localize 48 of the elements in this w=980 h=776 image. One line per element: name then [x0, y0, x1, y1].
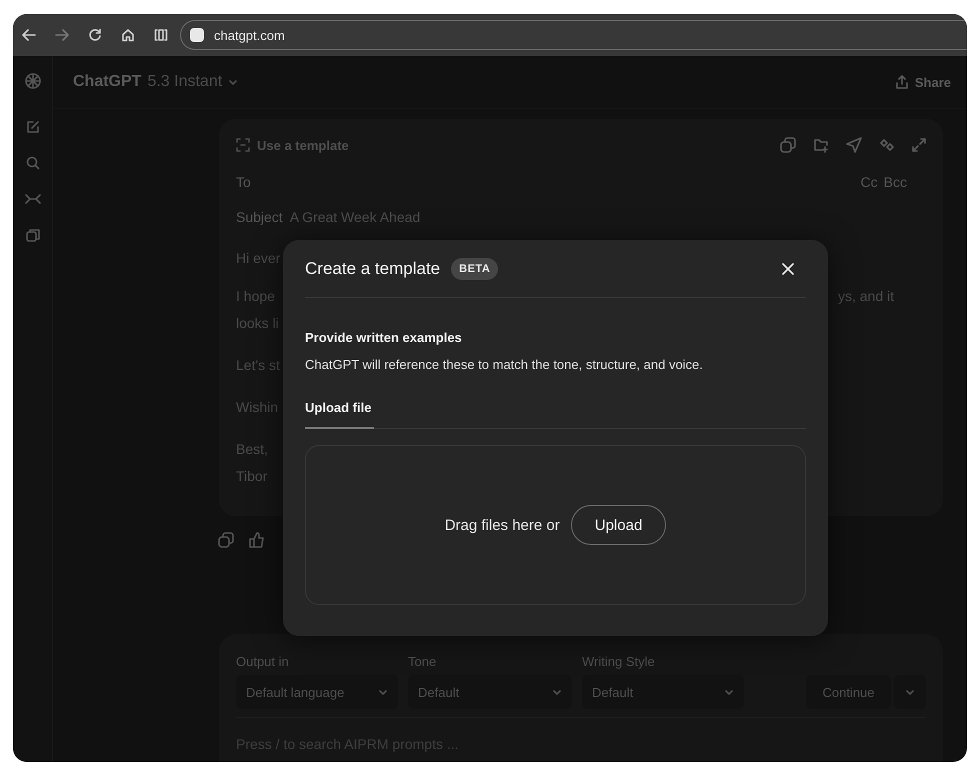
drop-zone[interactable]: Drag files here or Upload [305, 445, 806, 605]
home-icon[interactable] [121, 28, 135, 42]
expand-icon[interactable] [912, 138, 926, 152]
field-label: Output in [236, 654, 290, 669]
model-selector[interactable]: ChatGPT 5.3 Instant [73, 73, 238, 91]
upload-button[interactable]: Upload [570, 505, 666, 545]
dropdown[interactable]: Default [582, 675, 744, 709]
share-icon [894, 75, 909, 89]
logo-icon[interactable] [24, 72, 42, 90]
section-title: Provide written examples [305, 330, 463, 345]
dialog-title: Create a template [305, 258, 440, 278]
site-icon [190, 28, 204, 42]
forward-icon[interactable] [55, 28, 69, 42]
subject-label: Subject [236, 209, 283, 225]
continue-button[interactable]: Continue [806, 675, 891, 709]
reload-icon[interactable] [88, 28, 102, 42]
field-label: Writing Style [582, 654, 656, 669]
bcc-link[interactable]: Bcc [884, 174, 907, 190]
beta-badge: BETA [451, 258, 498, 280]
folder-add-icon[interactable] [813, 137, 829, 153]
tab[interactable]: Upload file [305, 400, 374, 429]
url-text: chatgpt.com [214, 28, 285, 42]
thumbs-up-icon[interactable] [249, 532, 265, 548]
chevron-down-icon [905, 687, 915, 697]
split-view-icon[interactable] [154, 28, 168, 42]
dropdown[interactable]: Default [408, 675, 572, 709]
section-description: ChatGPT will reference these to match the tone, structure, and voice. [305, 357, 704, 372]
dropdown[interactable]: Default language [236, 675, 398, 709]
send-icon[interactable] [846, 137, 862, 153]
scan-icon [236, 138, 250, 152]
share-button[interactable]: Share [894, 74, 951, 90]
close-icon [782, 262, 794, 274]
drop-zone-text: Drag files here or [444, 516, 560, 534]
chevron-down-icon [228, 77, 238, 87]
to-label: To [236, 174, 251, 190]
search-icon[interactable] [26, 156, 40, 170]
stack-icon[interactable] [26, 228, 40, 242]
cc-link[interactable]: Cc [860, 174, 878, 190]
address-bar[interactable]: chatgpt.com [180, 20, 967, 50]
new-chat-icon[interactable] [26, 120, 40, 134]
template-link[interactable]: Use a template [236, 138, 349, 152]
chevron-down-icon [378, 687, 388, 697]
back-icon[interactable] [22, 28, 36, 42]
chevron-down-icon [552, 687, 562, 697]
copy-icon[interactable] [780, 137, 796, 153]
close-button[interactable] [780, 260, 796, 276]
chevron-down-icon [724, 687, 734, 697]
copy-icon[interactable] [218, 532, 234, 548]
